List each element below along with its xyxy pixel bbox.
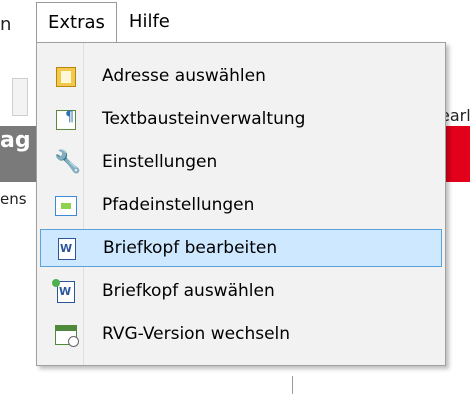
app-header-partial-title: ag — [0, 128, 31, 153]
menu-item-label: Textbausteinverwaltung — [102, 109, 306, 129]
path-settings-icon — [52, 193, 78, 217]
text-block-icon — [52, 107, 78, 131]
menu-item-pfadeinstellungen[interactable]: Pfadeinstellungen — [40, 186, 442, 224]
menu-item-label: Pfadeinstellungen — [102, 195, 255, 215]
calendar-clock-icon — [52, 322, 79, 347]
menu-item-einstellungen[interactable]: 🔧 Einstellungen — [40, 143, 442, 181]
menubar-partial-item[interactable]: n — [0, 14, 11, 35]
menu-item-adresse-auswaehlen[interactable]: Adresse auswählen — [40, 57, 442, 95]
menu-item-briefkopf-auswaehlen[interactable]: Briefkopf auswählen — [40, 272, 442, 310]
menu-item-label: Briefkopf bearbeiten — [103, 238, 278, 258]
menu-extras[interactable]: Extras — [36, 2, 117, 43]
background-divider — [292, 376, 293, 394]
menu-item-label: Einstellungen — [102, 152, 218, 172]
wrench-icon: 🔧 — [54, 150, 82, 175]
menu-item-textbausteinverwaltung[interactable]: Textbausteinverwaltung — [40, 100, 442, 138]
word-document-select-icon — [52, 279, 78, 303]
menu-item-label: Adresse auswählen — [102, 66, 266, 86]
menu-hilfe[interactable]: Hilfe — [117, 2, 182, 42]
menu-item-briefkopf-bearbeiten[interactable]: Briefkopf bearbeiten — [40, 229, 442, 267]
menu-item-label: Briefkopf auswählen — [102, 281, 275, 301]
menu-item-rvg-version-wechseln[interactable]: RVG-Version wechseln — [40, 315, 442, 353]
toolbar-button-partial[interactable] — [12, 78, 28, 116]
background-partial-label: ens — [0, 190, 27, 208]
word-document-icon — [53, 236, 79, 260]
menu-bar: Extras Hilfe — [36, 2, 182, 43]
address-book-icon — [52, 64, 78, 88]
menu-item-label: RVG-Version wechseln — [102, 324, 291, 344]
extras-dropdown-menu: Adresse auswählen Textbausteinverwaltung… — [36, 42, 446, 366]
